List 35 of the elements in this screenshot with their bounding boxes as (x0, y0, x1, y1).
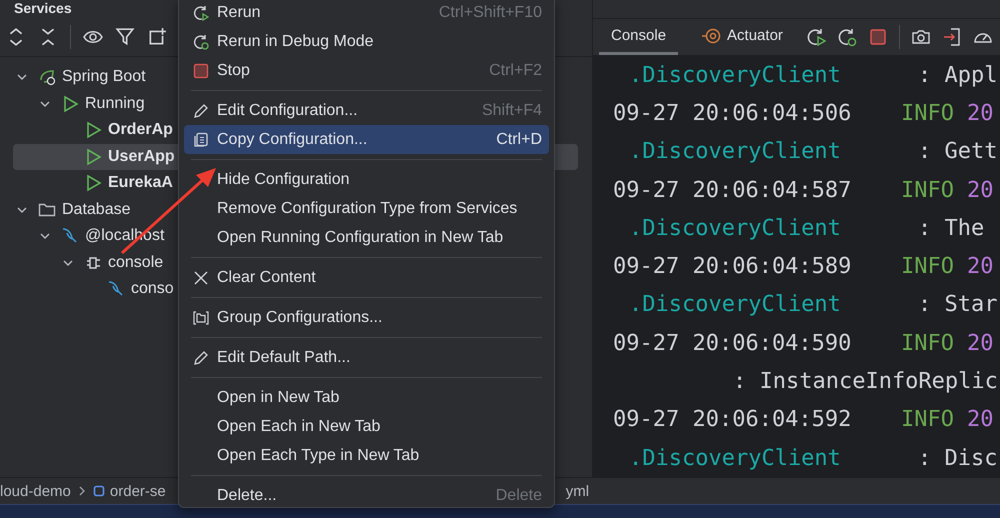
log-text: : Star (918, 292, 998, 318)
log-logger: .DiscoveryClient (629, 446, 842, 471)
tree-label: UserApp (108, 148, 175, 166)
log-text: 20 (967, 100, 994, 126)
log-level: INFO (901, 178, 955, 203)
log-timestamp: 09-27 20:06:04:590 (613, 330, 852, 356)
log-text: : The (918, 216, 984, 241)
tree-label: Spring Boot (62, 68, 146, 86)
log-level: INFO (901, 254, 955, 280)
tree-label: EurekaA (108, 174, 173, 192)
tree-label: console (108, 254, 164, 272)
log-text: 20 (967, 330, 994, 356)
log-text: 20 (967, 254, 994, 280)
log-timestamp: 09-27 20:06:04:589 (613, 254, 852, 280)
tree-label: conso (131, 280, 174, 298)
log-level: INFO (901, 100, 955, 126)
log-level: INFO (901, 407, 955, 432)
log-timestamp: 09-27 20:06:04:587 (613, 178, 852, 203)
log-text: : Gett (918, 139, 998, 164)
log-level: INFO (901, 330, 955, 356)
log-text: : Appl (918, 62, 998, 88)
log-timestamp: 09-27 20:06:04:592 (613, 407, 852, 432)
log-timestamp: 09-27 20:06:04:506 (613, 100, 852, 126)
log-logger: .DiscoveryClient (629, 139, 842, 164)
tree-label: Running (85, 94, 145, 113)
log-text: : Disc (918, 446, 998, 471)
log-logger: .DiscoveryClient (629, 62, 842, 88)
log-logger: .DiscoveryClient (629, 216, 842, 241)
log-text: 20 (967, 407, 994, 432)
tree-label: OrderAp (108, 121, 173, 140)
panel-title: Services (13, 0, 72, 18)
log-text: 20 (967, 178, 994, 203)
log-text: : InstanceInfoReplic (733, 369, 998, 394)
tree-label: Database (62, 200, 130, 219)
log-logger: .DiscoveryClient (629, 292, 842, 318)
